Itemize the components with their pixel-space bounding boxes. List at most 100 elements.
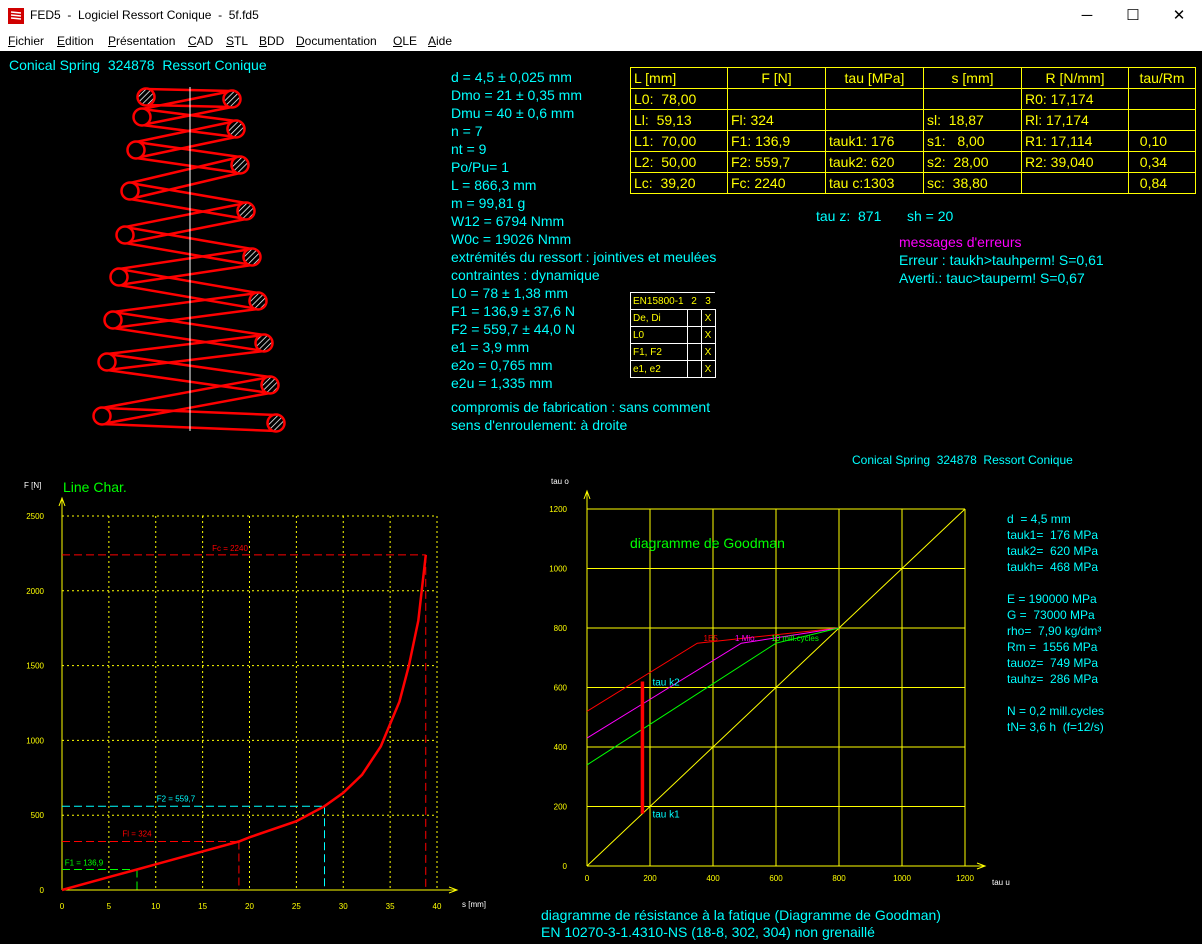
material-property-line: tauk2= 620 MPa [1007, 544, 1099, 558]
parameter-line: L = 866,3 mm [451, 177, 537, 193]
maximize-icon: ☐ [1126, 7, 1140, 24]
y-tick-label: 2000 [26, 587, 44, 596]
table-cell: 0,10 [1128, 130, 1196, 152]
close-icon: ✕ [1172, 7, 1186, 24]
menu-bdd[interactable]: BDD [259, 34, 284, 48]
force-curve [61, 554, 428, 892]
spring-app-icon [8, 8, 24, 24]
x-tick-label: 25 [292, 902, 301, 911]
wire-section-left [92, 406, 112, 426]
menu-cad[interactable]: CAD [188, 34, 213, 48]
drawing-canvas: Conical Spring 324878 Ressort Conique d … [0, 51, 1202, 944]
errors-title: messages d'erreurs [899, 234, 1022, 250]
table-header-cell: tau [MPa] [825, 67, 924, 89]
menu-ole[interactable]: OLE [393, 34, 417, 48]
y-tick-label: 600 [554, 684, 568, 693]
x-tick-label: 35 [386, 902, 395, 911]
goodman-title: diagramme de Goodman [630, 535, 785, 551]
table-cell: Lc: 39,20 [630, 172, 728, 194]
table-cell: sl: 18,87 [923, 109, 1022, 131]
goodman-footer-title: diagramme de résistance à la fatique (Di… [541, 907, 941, 923]
wire-section-left [136, 87, 156, 107]
table-row: L0: 78,00 R0: 17,174 [630, 88, 1196, 110]
sh-value: sh = 20 [907, 208, 954, 224]
parameter-line: compromis de fabrication : sans comment [451, 399, 711, 415]
goodman-diagram: 0 0 200 200 400 400 600 600 800 800 1000 1000 1200 12… [549, 477, 1010, 887]
table-cell: s2: 28,00 [923, 151, 1022, 173]
x-tick-label: 5 [107, 902, 112, 911]
y-axis-label: tau o [551, 477, 569, 486]
x-axis-label: s [mm] [462, 900, 486, 909]
table-cell [1128, 88, 1196, 110]
menu-stl[interactable]: STL [226, 34, 248, 48]
en-row: F1, F2 X [630, 343, 716, 361]
menu-documentation[interactable]: Documentation [296, 34, 377, 48]
en-cell: X [700, 309, 716, 327]
window-title: FED5 - Logiciel Ressort Conique - 5f.fd5 [30, 8, 259, 22]
table-cell: R2: 39,040 [1021, 151, 1129, 173]
table-row: Ll: 59,13 Fl: 324 sl: 18,87 Rl: 17,174 [630, 109, 1196, 131]
y-tick-label: 1200 [549, 505, 567, 514]
material-property-line: G = 73000 MPa [1007, 608, 1095, 622]
x-tick-label: 30 [339, 902, 348, 911]
table-cell: L1: 70,00 [630, 130, 728, 152]
title-bar: FED5 - Logiciel Ressort Conique - 5f.fd5… [0, 0, 1202, 31]
table-cell: tauk2: 620 [825, 151, 924, 173]
tauk1-label: tau k1 [652, 810, 680, 821]
menu-aide[interactable]: Aide [428, 34, 452, 48]
parameter-line: contraintes : dynamique [451, 267, 600, 283]
en-cell [686, 326, 702, 344]
parameter-line: e1 = 3,9 mm [451, 339, 530, 355]
table-header-cell: L [mm] [630, 67, 728, 89]
menu-fichier[interactable]: Fichier [8, 34, 44, 48]
minimize-button[interactable]: ─ [1064, 0, 1110, 31]
parameter-line: d = 4,5 ± 0,025 mm [451, 69, 572, 85]
en-cell [686, 309, 702, 327]
material-property-line: tauoz= 749 MPa [1007, 656, 1099, 670]
menu-presentation[interactable]: Présentation [108, 34, 175, 48]
x-tick-label: 20 [245, 902, 254, 911]
fc-label: Fc = 2240 [212, 544, 248, 553]
error-line: Erreur : taukh>tauhperm! S=0,61 [899, 252, 1104, 268]
wire-section-right [260, 375, 280, 395]
parameter-line: Dmu = 40 ± 0,6 mm [451, 105, 575, 121]
table-row: Lc: 39,20 Fc: 2240 tau c:1303 sc: 38,80 0,8… [630, 172, 1196, 194]
maximize-button[interactable]: ☐ [1110, 0, 1156, 31]
table-cell: 0,34 [1128, 151, 1196, 173]
spring-data-table: L [mm] F [N] tau [MPa] s [mm] R [N/mm] tau/Rm… [630, 67, 1196, 194]
y-tick-label: 400 [554, 743, 568, 752]
wire-section-right [254, 333, 274, 353]
spring-coil [145, 87, 233, 109]
en-header-cell: 3 [701, 292, 715, 310]
wire-section-right [242, 247, 262, 267]
wire-section-left [126, 140, 146, 160]
x-tick-label: 200 [643, 874, 657, 883]
x-tick-label: 0 [585, 874, 590, 883]
y-tick-label: 800 [554, 624, 568, 633]
x-tick-label: 1200 [956, 874, 974, 883]
en-row: e1, e2 X [630, 360, 716, 378]
menu-edition[interactable]: Edition [57, 34, 94, 48]
en-cell: L0 [630, 326, 688, 344]
x-tick-label: 10 [151, 902, 160, 911]
parameter-line: e2o = 0,765 mm [451, 357, 553, 373]
close-button[interactable]: ✕ [1156, 0, 1202, 31]
table-cell: Ll: 59,13 [630, 109, 728, 131]
material-property-line: tN= 3,6 h (f=12/s) [1007, 720, 1104, 734]
en-cell: De, Di [630, 309, 688, 327]
x-tick-label: 800 [832, 874, 846, 883]
wire-section-right [236, 201, 256, 221]
table-cell: tauk1: 176 [825, 130, 924, 152]
en-header-cell: 2 [687, 292, 701, 310]
x-tick-label: 0 [60, 902, 65, 911]
wire-section-left [132, 107, 152, 127]
fl-label: Fl = 324 [122, 830, 152, 839]
table-header-cell: s [mm] [923, 67, 1022, 89]
x-axis-label: tau u [992, 878, 1010, 887]
parameter-line: m = 99,81 g [451, 195, 526, 211]
material-property-line: E = 190000 MPa [1007, 592, 1097, 606]
wire-section-left [109, 267, 129, 287]
table-header-cell: F [N] [727, 67, 826, 89]
x-tick-label: 400 [706, 874, 720, 883]
table-cell: sc: 38,80 [923, 172, 1022, 194]
